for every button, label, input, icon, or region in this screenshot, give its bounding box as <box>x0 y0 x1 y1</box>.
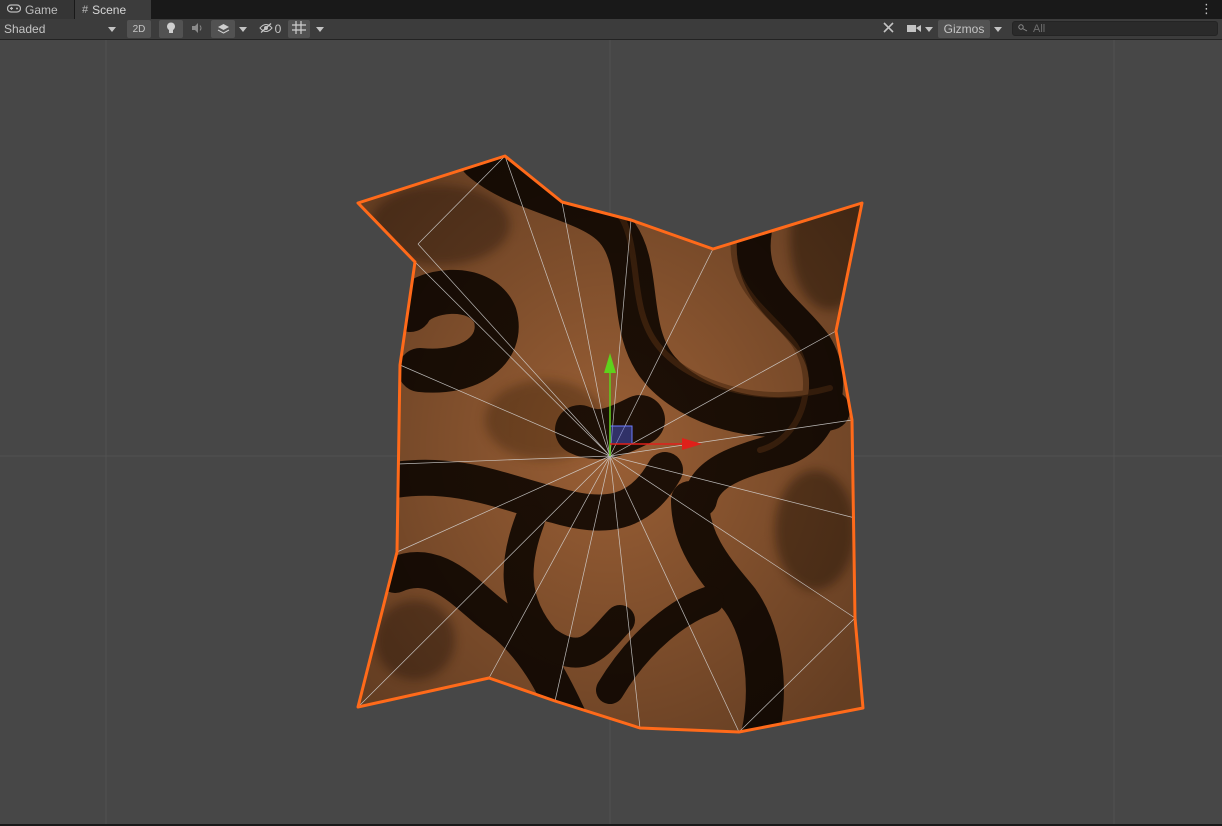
chevron-down-icon <box>925 26 933 32</box>
toggle-2d-label: 2D <box>132 23 146 35</box>
scene-viewport[interactable] <box>0 40 1222 824</box>
gamepad-icon <box>6 3 22 16</box>
scene-toolbar: Shaded 2D 0 Gizmos All <box>0 19 1222 40</box>
search-icon <box>1018 23 1028 35</box>
effects-dropdown[interactable] <box>236 20 250 38</box>
scene-tab-bar: Game # Scene ⋮ <box>0 0 1222 19</box>
grid-icon <box>292 21 306 37</box>
grid-snap-button[interactable] <box>288 20 310 38</box>
draw-mode-label: Shaded <box>4 22 46 36</box>
more-options-icon[interactable]: ⋮ <box>1200 1 1213 17</box>
gizmos-button[interactable]: Gizmos <box>938 20 990 38</box>
eye-slash-icon <box>258 22 273 36</box>
lightbulb-icon <box>166 22 176 37</box>
lighting-toggle-button[interactable] <box>159 20 183 38</box>
tab-game[interactable]: Game <box>0 0 74 19</box>
wrench-cross-icon <box>882 21 895 37</box>
camera-icon <box>907 22 921 36</box>
layers-effects-icon <box>217 22 230 37</box>
gizmo-xy-plane-handle[interactable] <box>609 425 633 445</box>
grid-dropdown[interactable] <box>312 20 328 38</box>
scene-search-input[interactable]: All <box>1012 21 1218 36</box>
tab-game-label: Game <box>25 2 58 17</box>
hidden-objects-toggle[interactable]: 0 <box>255 20 285 38</box>
chevron-down-icon <box>316 26 324 32</box>
audio-toggle-button[interactable] <box>186 20 208 38</box>
grid-hash-icon: # <box>82 3 89 16</box>
effects-toggle-button[interactable] <box>211 20 235 38</box>
tab-scene[interactable]: # Scene <box>75 0 151 19</box>
gizmos-dropdown[interactable] <box>990 20 1006 38</box>
scene-canvas[interactable] <box>0 40 1222 824</box>
speaker-icon <box>191 22 203 36</box>
hidden-count: 0 <box>274 22 282 36</box>
chevron-down-icon <box>994 26 1002 32</box>
search-placeholder: All <box>1033 22 1046 35</box>
toggle-2d-button[interactable]: 2D <box>127 20 151 38</box>
draw-mode-dropdown[interactable]: Shaded <box>0 20 120 38</box>
chevron-down-icon <box>239 26 247 32</box>
tools-button[interactable] <box>877 20 899 38</box>
camera-dropdown[interactable] <box>904 20 936 38</box>
chevron-down-icon <box>108 26 116 32</box>
tab-scene-label: Scene <box>92 2 127 17</box>
gizmos-label: Gizmos <box>943 22 985 36</box>
